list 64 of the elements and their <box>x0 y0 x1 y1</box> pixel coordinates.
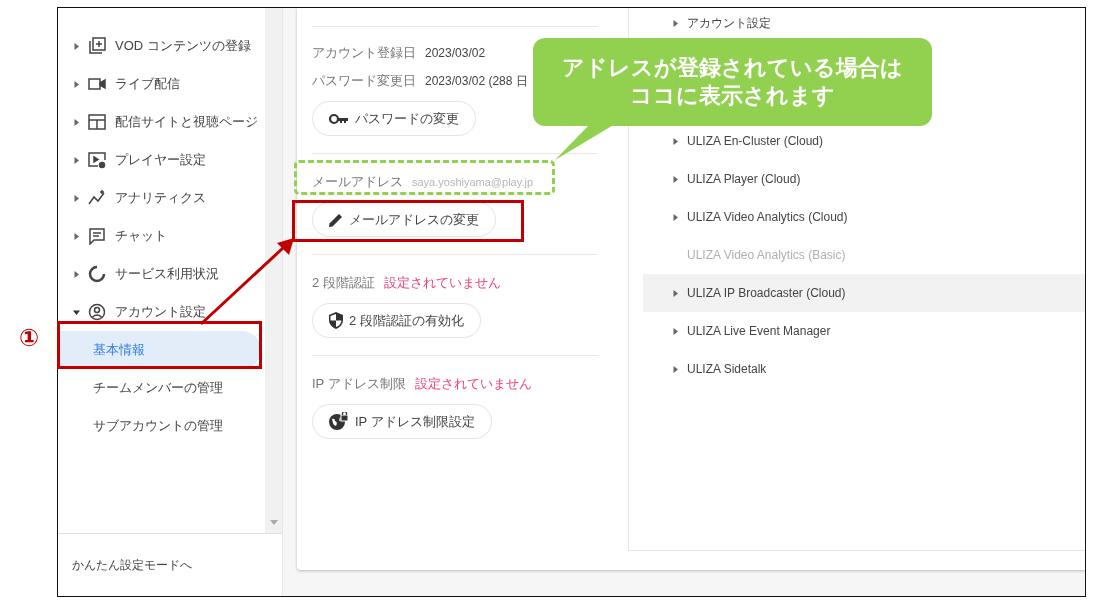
caret-right-icon <box>672 365 679 373</box>
product-item[interactable]: ULIZA Sidetalk <box>643 350 1085 388</box>
product-item[interactable]: ULIZA Player (Cloud) <box>643 160 1085 198</box>
ring-icon <box>88 265 106 283</box>
sidebar-item[interactable]: チャット <box>58 217 265 255</box>
field-label: メールアドレス <box>312 173 403 191</box>
product-item[interactable]: アカウント設定 <box>643 8 1085 38</box>
caret-right-icon <box>73 118 80 126</box>
status-text: 設定されていません <box>383 274 501 292</box>
chat-icon <box>88 227 106 245</box>
change-password-button[interactable]: パスワードの変更 <box>312 101 476 136</box>
caret-right-icon <box>73 42 80 50</box>
layout-icon <box>88 113 106 131</box>
email-value: saya.yoshiyama@play.jp <box>412 176 534 188</box>
change-email-button[interactable]: メールアドレスの変更 <box>312 202 496 237</box>
product-item[interactable]: ULIZA Video Analytics (Cloud) <box>643 198 1085 236</box>
caret-right-icon <box>672 175 679 183</box>
ip-restriction-button[interactable]: IP アドレス制限設定 <box>312 404 492 439</box>
sidebar-item[interactable]: プレイヤー設定 <box>58 141 265 179</box>
sidebar-item[interactable]: ライブ配信 <box>58 65 265 103</box>
scroll-down-icon[interactable] <box>269 520 278 525</box>
field-value: 2023/03/02 (288 日 <box>425 72 528 90</box>
enable-two-factor-button[interactable]: 2 段階認証の有効化 <box>312 303 481 338</box>
field-label: 2 段階認証 <box>312 274 375 292</box>
player-settings-icon <box>88 151 106 169</box>
step-marker: ① <box>19 324 40 352</box>
caret-right-icon <box>672 137 679 145</box>
scrollbar[interactable] <box>265 8 282 533</box>
sidebar-item[interactable]: VOD コンテンツの登録 <box>58 27 265 65</box>
sidebar-item[interactable]: サービス利用状況 <box>58 255 265 293</box>
caret-right-icon <box>73 194 80 202</box>
status-text: 設定されていません <box>414 375 532 393</box>
shield-icon <box>329 312 343 329</box>
caret-right-icon <box>672 213 679 221</box>
product-item[interactable]: ULIZA Live Event Manager <box>643 312 1085 350</box>
caret-right-icon <box>73 156 80 164</box>
sidebar-subitem[interactable]: 基本情報 <box>58 331 261 369</box>
globe-lock-icon <box>329 412 349 431</box>
sidebar-item[interactable]: アナリティクス <box>58 179 265 217</box>
caret-right-icon <box>73 270 80 278</box>
sparkle-chart-icon <box>88 189 106 207</box>
caret-right-icon <box>73 232 80 240</box>
field-label: アカウント登録日 <box>312 44 416 62</box>
callout-tail <box>555 124 615 160</box>
caret-right-icon <box>672 327 679 335</box>
sidebar-item[interactable]: 配信サイトと視聴ページ <box>58 103 265 141</box>
field-value: 2023/03/02 <box>425 46 486 60</box>
video-camera-icon <box>88 75 106 93</box>
caret-down-icon <box>73 308 80 316</box>
field-label: パスワード変更日 <box>312 72 416 90</box>
caret-right-icon <box>672 289 679 297</box>
sidebar-subitem[interactable]: チームメンバーの管理 <box>58 369 261 407</box>
field-label: IP アドレス制限 <box>312 375 406 393</box>
sidebar-item[interactable]: アカウント設定 <box>58 293 265 331</box>
easy-mode-link[interactable]: かんたん設定モードへ <box>72 556 192 574</box>
caret-right-icon <box>672 19 679 27</box>
caret-right-icon <box>73 80 80 88</box>
product-item: ULIZA Video Analytics (Basic) <box>686 247 847 264</box>
sidebar-subitem[interactable]: サブアカウントの管理 <box>58 407 261 445</box>
product-item[interactable]: ULIZA IP Broadcaster (Cloud) <box>643 274 1085 312</box>
key-icon <box>329 112 349 125</box>
pencil-icon <box>329 212 343 227</box>
add-box-icon <box>88 37 106 55</box>
account-circle-icon <box>88 303 106 321</box>
